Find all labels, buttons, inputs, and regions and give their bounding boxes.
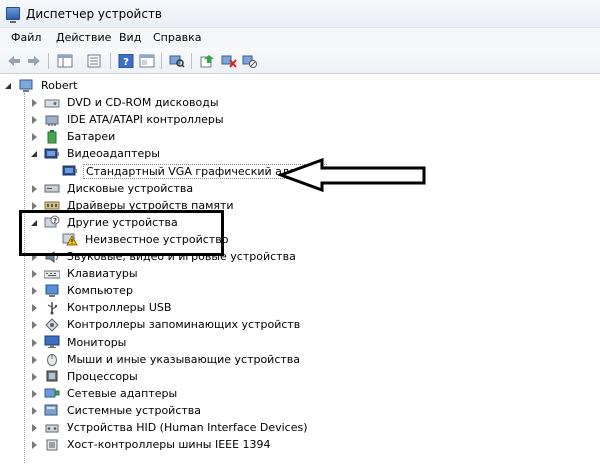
network-adapter-icon <box>44 386 60 400</box>
toolbar-separator <box>110 53 111 69</box>
tree-item-label: Robert <box>41 79 78 92</box>
expanded-arrow-icon[interactable] <box>4 81 13 90</box>
collapsed-arrow-icon[interactable] <box>30 423 39 432</box>
keyboard-icon <box>43 267 61 281</box>
battery-icon <box>44 129 60 144</box>
tree-root[interactable]: Robert <box>4 77 79 94</box>
dvd-drive-icon <box>44 96 60 110</box>
hid-icon <box>44 421 60 435</box>
tree-category[interactable]: DVD и CD-ROM дисководы <box>30 94 221 111</box>
collapsed-arrow-icon[interactable] <box>30 338 39 347</box>
disable-icon[interactable] <box>241 52 259 70</box>
menu-bar: Файл Действие Вид Справка <box>0 28 600 48</box>
display-adapter-icon <box>62 164 78 178</box>
collapsed-arrow-icon[interactable] <box>30 372 39 381</box>
collapsed-arrow-icon[interactable] <box>30 355 39 364</box>
menu-help[interactable]: Справка <box>153 31 201 44</box>
scan-hardware-icon[interactable] <box>168 52 186 70</box>
usb-icon <box>44 301 60 315</box>
collapsed-arrow-icon[interactable] <box>30 286 39 296</box>
tree-category[interactable]: Батареи <box>30 128 117 145</box>
tree-item-label: Клавиатуры <box>67 267 138 281</box>
toolbar-separator <box>191 53 192 69</box>
collapsed-arrow-icon[interactable] <box>30 269 39 279</box>
help-icon[interactable]: ? <box>117 52 135 70</box>
ieee1394-icon <box>44 438 60 452</box>
tree-category[interactable]: Устройства HID (Human Interface Devices) <box>30 419 310 436</box>
collapsed-arrow-icon[interactable] <box>30 303 39 313</box>
tree-category[interactable]: Контроллеры USB <box>30 299 173 316</box>
menu-file[interactable]: Файл <box>11 31 41 44</box>
tree-item-label: Устройства HID (Human Interface Devices) <box>67 421 308 434</box>
tree-category[interactable]: Мониторы <box>30 334 128 351</box>
collapsed-arrow-icon[interactable] <box>30 406 39 415</box>
tree-category[interactable]: Видеоадаптеры <box>30 145 162 162</box>
console-tree-icon[interactable] <box>56 52 74 70</box>
computer-icon <box>44 284 60 298</box>
tree-item-label: Сетевые адаптеры <box>67 386 178 400</box>
tree-category[interactable]: Сетевые адаптеры <box>30 385 179 402</box>
menu-view[interactable]: Вид <box>119 31 141 44</box>
tree-category[interactable]: Клавиатуры <box>30 265 140 282</box>
tree-item-label: Видеоадаптеры <box>67 147 160 161</box>
tree-guide-line <box>24 93 25 463</box>
tree-item-label: IDE ATA/ATAPI контроллеры <box>67 113 224 127</box>
tree-item-label: Контроллеры запоминающих устройств <box>67 318 301 332</box>
monitor-icon <box>44 335 60 349</box>
collapsed-arrow-icon[interactable] <box>30 132 39 142</box>
svg-text:?: ? <box>123 57 129 68</box>
tree-item-label: DVD и CD-ROM дисководы <box>67 96 219 110</box>
collapsed-arrow-icon[interactable] <box>30 320 39 330</box>
tree-item-label: Контроллеры USB <box>67 301 172 315</box>
toolbar-separator <box>161 53 162 69</box>
properties-icon[interactable] <box>85 52 103 70</box>
disk-drive-icon <box>44 181 60 195</box>
title-bar: Диспетчер устройств <box>0 0 600 28</box>
collapsed-arrow-icon[interactable] <box>30 184 39 193</box>
back-icon[interactable] <box>5 52 23 70</box>
window-title: Диспетчер устройств <box>26 7 163 21</box>
tree-item-label: Мониторы <box>67 335 127 349</box>
tree-category[interactable]: Мыши и иные указывающие устройства <box>30 351 302 368</box>
tree-category[interactable]: Хост-контроллеры шины IEEE 1394 <box>30 436 273 453</box>
tree-category[interactable]: Дисковые устройства <box>30 180 195 197</box>
tree-category[interactable]: IDE ATA/ATAPI контроллеры <box>30 111 226 128</box>
uninstall-icon[interactable] <box>220 52 238 70</box>
system-device-icon <box>44 403 60 417</box>
tree-category[interactable]: Компьютер <box>30 282 135 299</box>
computer-root-icon <box>18 79 34 93</box>
update-driver-icon[interactable] <box>198 52 216 70</box>
tree-item-label: Процессоры <box>67 369 138 383</box>
tree-item-label: Компьютер <box>67 284 133 298</box>
mouse-icon <box>44 352 60 367</box>
toolbar-separator <box>48 53 49 69</box>
tree-item-label: Системные устройства <box>67 403 201 417</box>
tree-item-label: Мыши и иные указывающие устройства <box>67 352 301 366</box>
collapsed-arrow-icon[interactable] <box>30 389 39 398</box>
show-hide-icon[interactable] <box>138 52 156 70</box>
tree-category[interactable]: Контроллеры запоминающих устройств <box>30 316 302 333</box>
toolbar: ? <box>0 48 600 74</box>
tree-category[interactable]: Системные устройства <box>30 402 203 419</box>
tree-item-label: Дисковые устройства <box>67 181 194 195</box>
ide-controller-icon <box>44 113 60 127</box>
tree-category[interactable]: Процессоры <box>30 368 140 385</box>
tree-item-label: Батареи <box>67 130 116 144</box>
display-adapter-icon <box>44 147 60 161</box>
collapsed-arrow-icon[interactable] <box>30 201 39 210</box>
forward-icon[interactable] <box>25 52 43 70</box>
collapsed-arrow-icon[interactable] <box>30 115 39 125</box>
menu-action[interactable]: Действие <box>56 31 111 44</box>
highlight-box <box>19 210 224 256</box>
tree-item-label: Хост-контроллеры шины IEEE 1394 <box>67 438 271 452</box>
collapsed-arrow-icon[interactable] <box>30 440 39 450</box>
expanded-arrow-icon[interactable] <box>30 149 39 158</box>
storage-controller-icon <box>44 318 60 332</box>
device-tree[interactable]: Robert DVD и CD-ROM дисководы IDE ATA/ATAP… <box>0 75 600 465</box>
annotation-arrow-icon <box>278 157 426 193</box>
collapsed-arrow-icon[interactable] <box>30 98 39 108</box>
device-manager-icon <box>6 7 20 23</box>
processor-icon <box>44 369 60 383</box>
